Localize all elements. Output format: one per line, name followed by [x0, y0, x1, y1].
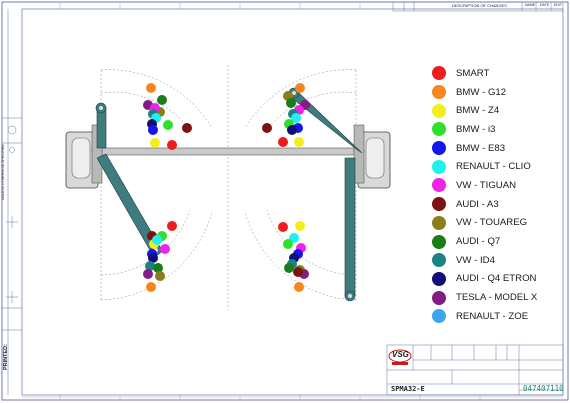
revision-name-label: NAME: [525, 3, 536, 7]
legend-item: VW - TIGUAN: [432, 176, 562, 195]
legend-label: BMW - G12: [456, 86, 507, 98]
legend-label: VW - ID4: [456, 254, 495, 266]
marker-audi-a3: [182, 123, 192, 133]
legend-item: AUDI - A3: [432, 195, 562, 214]
marker-bmw-z4: [295, 221, 305, 231]
marker-audi-q7: [284, 263, 294, 273]
left-upper-arm: [95, 102, 107, 149]
right-post: [353, 124, 391, 189]
legend-label: BMW - i3: [456, 123, 496, 135]
marker-audi-q4: [287, 125, 297, 135]
marker-bmw-z4: [294, 137, 304, 147]
marker-renault-clio: [152, 235, 162, 245]
left-post: [65, 124, 103, 189]
legend-color-swatch: [432, 85, 446, 100]
part-number: 047407110: [523, 384, 564, 393]
legend-label: TESLA - MODEL X: [456, 292, 538, 304]
marker-tesla-model-x: [143, 269, 153, 279]
revision-description-label: DESCRIPTION OF CHANGES: [452, 3, 507, 8]
marker-bmw-e83: [148, 125, 158, 135]
legend-color-swatch: [432, 271, 446, 286]
legend-color-swatch: [432, 159, 446, 174]
legend-color-swatch: [432, 66, 446, 81]
legend-item: TESLA - MODEL X: [432, 288, 562, 307]
legend-color-swatch: [432, 197, 446, 212]
marker-vw-tiguan: [160, 244, 170, 254]
marker-bmw-g12: [295, 83, 305, 93]
left-margin-panel: [2, 9, 22, 395]
legend-color-swatch: [432, 122, 446, 137]
legend-item: AUDI - Q7: [432, 232, 562, 251]
legend-label: SMART: [456, 67, 490, 79]
legend-label: VW - TOUAREG: [456, 217, 528, 229]
legend-item: BMW - E83: [432, 139, 562, 158]
marker-vw-touareg: [155, 271, 165, 281]
marker-smart: [167, 221, 177, 231]
legend-color-swatch: [432, 234, 446, 249]
crossbar: [94, 147, 362, 156]
marker-audi-q7: [286, 98, 296, 108]
legend-item: RENAULT - CLIO: [432, 157, 562, 176]
marker-bmw-g12: [146, 282, 156, 292]
legend-color-swatch: [432, 253, 446, 268]
legend-label: RENAULT - ZOE: [456, 310, 529, 322]
drawing-number: SPMA32-E: [391, 385, 425, 393]
legend-color-swatch: [432, 215, 446, 230]
legend-item: BMW - G12: [432, 83, 562, 102]
guide-lines: [100, 65, 357, 310]
marker-smart: [167, 140, 177, 150]
legend-label: BMW - Z4: [456, 105, 500, 117]
legend-color-swatch: [432, 103, 446, 118]
marker-audi-q7: [157, 95, 167, 105]
legend-item: VW - TOUAREG: [432, 214, 562, 233]
marker-smart: [278, 222, 288, 232]
legend-color-swatch: [432, 178, 446, 193]
legend-item: VW - ID4: [432, 251, 562, 270]
legend-item: BMW - i3: [432, 120, 562, 139]
legend-label: AUDI - A3: [456, 198, 499, 210]
printed-label: PRINTED:: [3, 344, 9, 370]
legend-item: BMW - Z4: [432, 101, 562, 120]
marker-audi-a3: [262, 123, 272, 133]
legend-color-swatch: [432, 141, 446, 156]
marker-smart: [278, 137, 288, 147]
legend-item: SMART: [432, 64, 562, 83]
legend-label: BMW - E83: [456, 142, 506, 154]
legend-label: AUDI - Q4 ETRON: [456, 273, 537, 285]
marker-bmw-i3: [163, 120, 173, 130]
legend-item: AUDI - Q4 ETRON: [432, 270, 562, 289]
marker-bmw-i3: [283, 239, 293, 249]
marker-bmw-g12: [294, 282, 304, 292]
vsg-logo-text: VSG: [392, 350, 409, 359]
legend-color-swatch: [432, 290, 446, 305]
marker-bmw-g12: [146, 83, 156, 93]
legend-item: RENAULT - ZOE: [432, 307, 562, 326]
marker-bmw-z4: [150, 138, 160, 148]
top-ruler: [59, 2, 361, 9]
marker-audi-a3: [293, 267, 303, 277]
legend-label: RENAULT - CLIO: [456, 161, 531, 173]
revision-edit-label: EDIT: [554, 3, 562, 7]
bottom-ruler: [22, 395, 563, 400]
right-lower-arm: [344, 157, 356, 302]
pickup-markers: [143, 83, 310, 292]
legend-label: VW - TIGUAN: [456, 179, 517, 191]
left-margin-note: UNLESS OTHERWISE SPECIFIED: [1, 144, 5, 200]
legend-color-swatch: [432, 309, 446, 324]
revision-date-label: DATE: [540, 3, 550, 7]
vehicle-legend: SMART BMW - G12 BMW - Z4 BMW - i3 BMW - E83 R…: [432, 64, 562, 326]
legend-label: AUDI - Q7: [456, 236, 501, 248]
